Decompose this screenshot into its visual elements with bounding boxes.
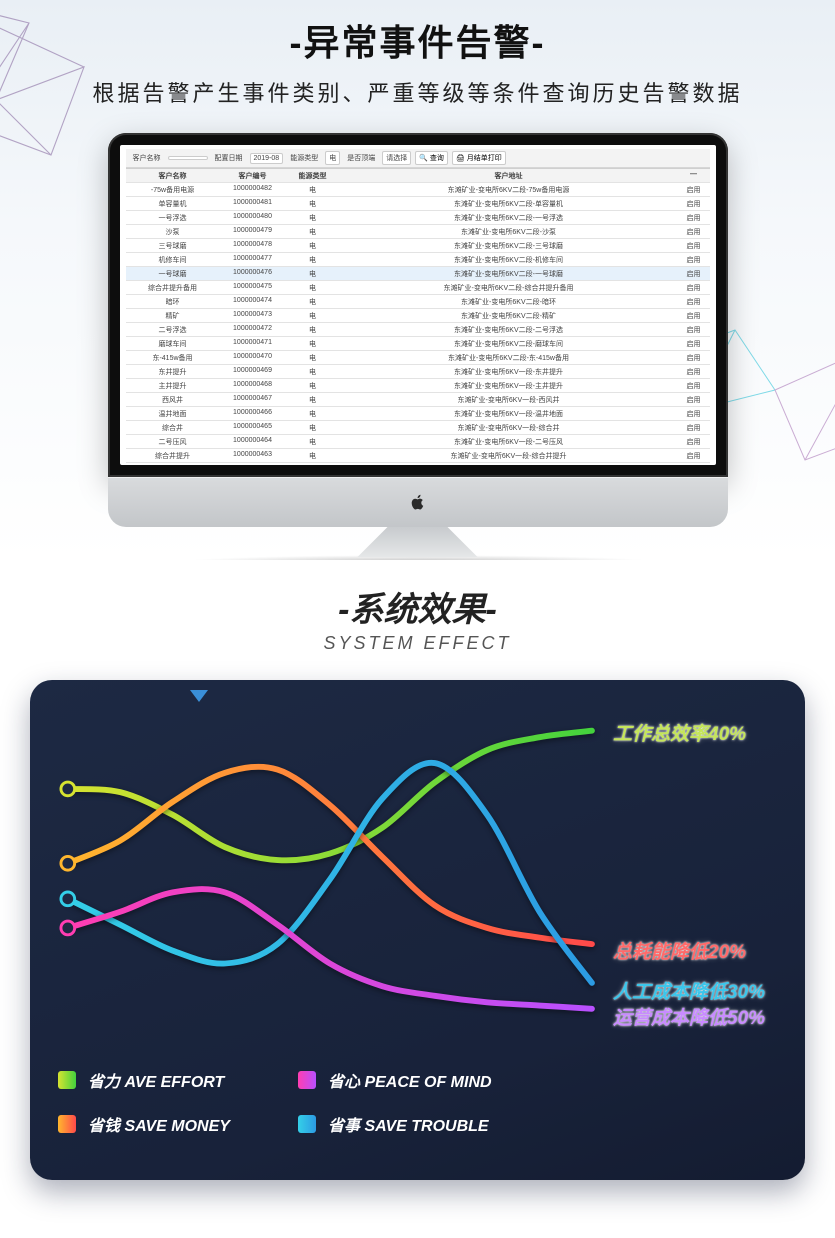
- table-row[interactable]: 二号压风1000000464电东滩矿业-变电所6KV一段-二号压风启用: [126, 435, 710, 449]
- lbl-name: 客户名称: [130, 152, 164, 164]
- legend-item: 省钱 SAVE MONEY: [58, 1112, 288, 1136]
- effect-title: -系统效果-: [0, 582, 835, 631]
- table-row[interactable]: -75w备用电源1000000482电东滩矿业-变电所6KV二段-75w备用电源…: [126, 183, 710, 197]
- chart-card: 工作总效率40% 总耗能降低20% 人工成本降低30%运营成本降低50% 省力 AV…: [30, 680, 805, 1180]
- series-3: [68, 889, 592, 1009]
- legend-swatch: [58, 1071, 76, 1089]
- legend-label: 省钱 SAVE MONEY: [88, 1112, 230, 1136]
- table-row[interactable]: 磨球车间1000000471电东滩矿业-变电所6KV二段-磨球车间启用: [126, 337, 710, 351]
- end-label-2: 人工成本降低30%: [613, 977, 765, 1004]
- table-row[interactable]: 二号浮选1000000472电东滩矿业-变电所6KV二段-二号浮选启用: [126, 323, 710, 337]
- legend-swatch: [298, 1071, 316, 1089]
- table-row[interactable]: 东-415w备用1000000470电东滩矿业-变电所6KV二段-东-415w备…: [126, 351, 710, 365]
- table-row[interactable]: 主井提升1000000468电东滩矿业-变电所6KV一段-主井提升启用: [126, 379, 710, 393]
- lbl-energy: 能源类型: [287, 152, 321, 164]
- series-2: [68, 763, 592, 983]
- effect-section: -系统效果- SYSTEM EFFECT 工作总效率40% 总耗能降低20% 人工成…: [0, 560, 835, 1210]
- table-row[interactable]: 综合井提升备用1000000475电东滩矿业-变电所6KV二段-综合井提升备用启…: [126, 281, 710, 295]
- input-name[interactable]: [168, 156, 208, 160]
- print-button[interactable]: 🖨 月结单打印: [452, 151, 506, 165]
- select-top[interactable]: 请选择: [382, 151, 411, 165]
- chart-area: 工作总效率40% 总耗能降低20% 人工成本降低30%运营成本降低50%: [58, 708, 783, 1058]
- legend-item: 省力 AVE EFFORT: [58, 1068, 288, 1092]
- imac-chin: [108, 477, 728, 527]
- imac-screen: 客户名称 配置日期 2019-08 能源类型 电 是否顶端 请选择 🔍 查询 🖨…: [120, 145, 716, 465]
- table-row[interactable]: 单容量机1000000481电东滩矿业-变电所6KV二段-单容量机启用: [126, 197, 710, 211]
- input-date[interactable]: 2019-08: [250, 153, 284, 164]
- series-0: [68, 731, 592, 861]
- series-start-dot: [61, 892, 75, 906]
- apple-logo-icon: [409, 491, 427, 513]
- end-label-1: 总耗能降低20%: [613, 937, 746, 964]
- table-row[interactable]: 沙泵1000000479电东滩矿业-变电所6KV二段-沙泵启用: [126, 225, 710, 239]
- end-label-0: 工作总效率40%: [613, 719, 746, 746]
- legend-item: 省事 SAVE TROUBLE: [298, 1112, 578, 1136]
- legend-label: 省心 PEACE OF MIND: [328, 1068, 492, 1092]
- table-row[interactable]: 东井提升1000000469电东滩矿业-变电所6KV一段-东井提升启用: [126, 365, 710, 379]
- imac-stand: [358, 527, 478, 557]
- legend-swatch: [58, 1115, 76, 1133]
- end-label-3: 运营成本降低50%: [613, 1003, 765, 1030]
- table-row[interactable]: 一号球磨1000000476电东滩矿业-变电所6KV二段-一号球磨启用: [126, 267, 710, 281]
- series-start-dot: [61, 921, 75, 935]
- series-start-dot: [61, 856, 75, 870]
- table-row[interactable]: 东73中段1000000462电东滩矿业-变电所6KV一段-东73中段启用: [126, 463, 710, 465]
- pointer-icon: [190, 690, 208, 702]
- imac-mock: 客户名称 配置日期 2019-08 能源类型 电 是否顶端 请选择 🔍 查询 🖨…: [108, 133, 728, 560]
- lbl-top: 是否顶端: [344, 152, 378, 164]
- query-toolbar: 客户名称 配置日期 2019-08 能源类型 电 是否顶端 请选择 🔍 查询 🖨…: [126, 149, 710, 168]
- table-row[interactable]: 精矿1000000473电东滩矿业-变电所6KV二段-精矿启用: [126, 309, 710, 323]
- table-row[interactable]: 三号球磨1000000478电东滩矿业-变电所6KV二段-三号球磨启用: [126, 239, 710, 253]
- alarm-section: -异常事件告警- 根据告警产生事件类别、严重等级等条件查询历史告警数据 客户名称…: [0, 0, 835, 560]
- table-header: 客户名称 客户编号 能源类型 客户地址 —: [126, 168, 710, 183]
- table-row[interactable]: 一号浮选1000000480电东滩矿业-变电所6KV二段-一号浮选启用: [126, 211, 710, 225]
- select-energy[interactable]: 电: [325, 151, 340, 165]
- table-row[interactable]: 西风井1000000467电东滩矿业-变电所6KV一段-西风井启用: [126, 393, 710, 407]
- legend-swatch: [298, 1115, 316, 1133]
- table-row[interactable]: 暗环1000000474电东滩矿业-变电所6KV二段-暗环启用: [126, 295, 710, 309]
- table-row[interactable]: 温井地面1000000466电东滩矿业-变电所6KV一段-温井地面启用: [126, 407, 710, 421]
- legend-label: 省事 SAVE TROUBLE: [328, 1112, 489, 1136]
- legend-label: 省力 AVE EFFORT: [88, 1068, 224, 1092]
- search-button[interactable]: 🔍 查询: [415, 151, 448, 165]
- effect-subtitle: SYSTEM EFFECT: [0, 633, 835, 654]
- lbl-date: 配置日期: [212, 152, 246, 164]
- table-row[interactable]: 机修车间1000000477电东滩矿业-变电所6KV二段-机修车间启用: [126, 253, 710, 267]
- table-body: -75w备用电源1000000482电东滩矿业-变电所6KV二段-75w备用电源…: [126, 183, 710, 465]
- table-row[interactable]: 综合井提升1000000463电东滩矿业-变电所6KV一段-综合井提升启用: [126, 449, 710, 463]
- chart-legend: 省力 AVE EFFORT 省心 PEACE OF MIND 省钱 SAVE MON…: [58, 1068, 783, 1136]
- legend-item: 省心 PEACE OF MIND: [298, 1068, 578, 1092]
- table-row[interactable]: 综合井1000000465电东滩矿业-变电所6KV一段-综合井启用: [126, 421, 710, 435]
- series-start-dot: [61, 782, 75, 796]
